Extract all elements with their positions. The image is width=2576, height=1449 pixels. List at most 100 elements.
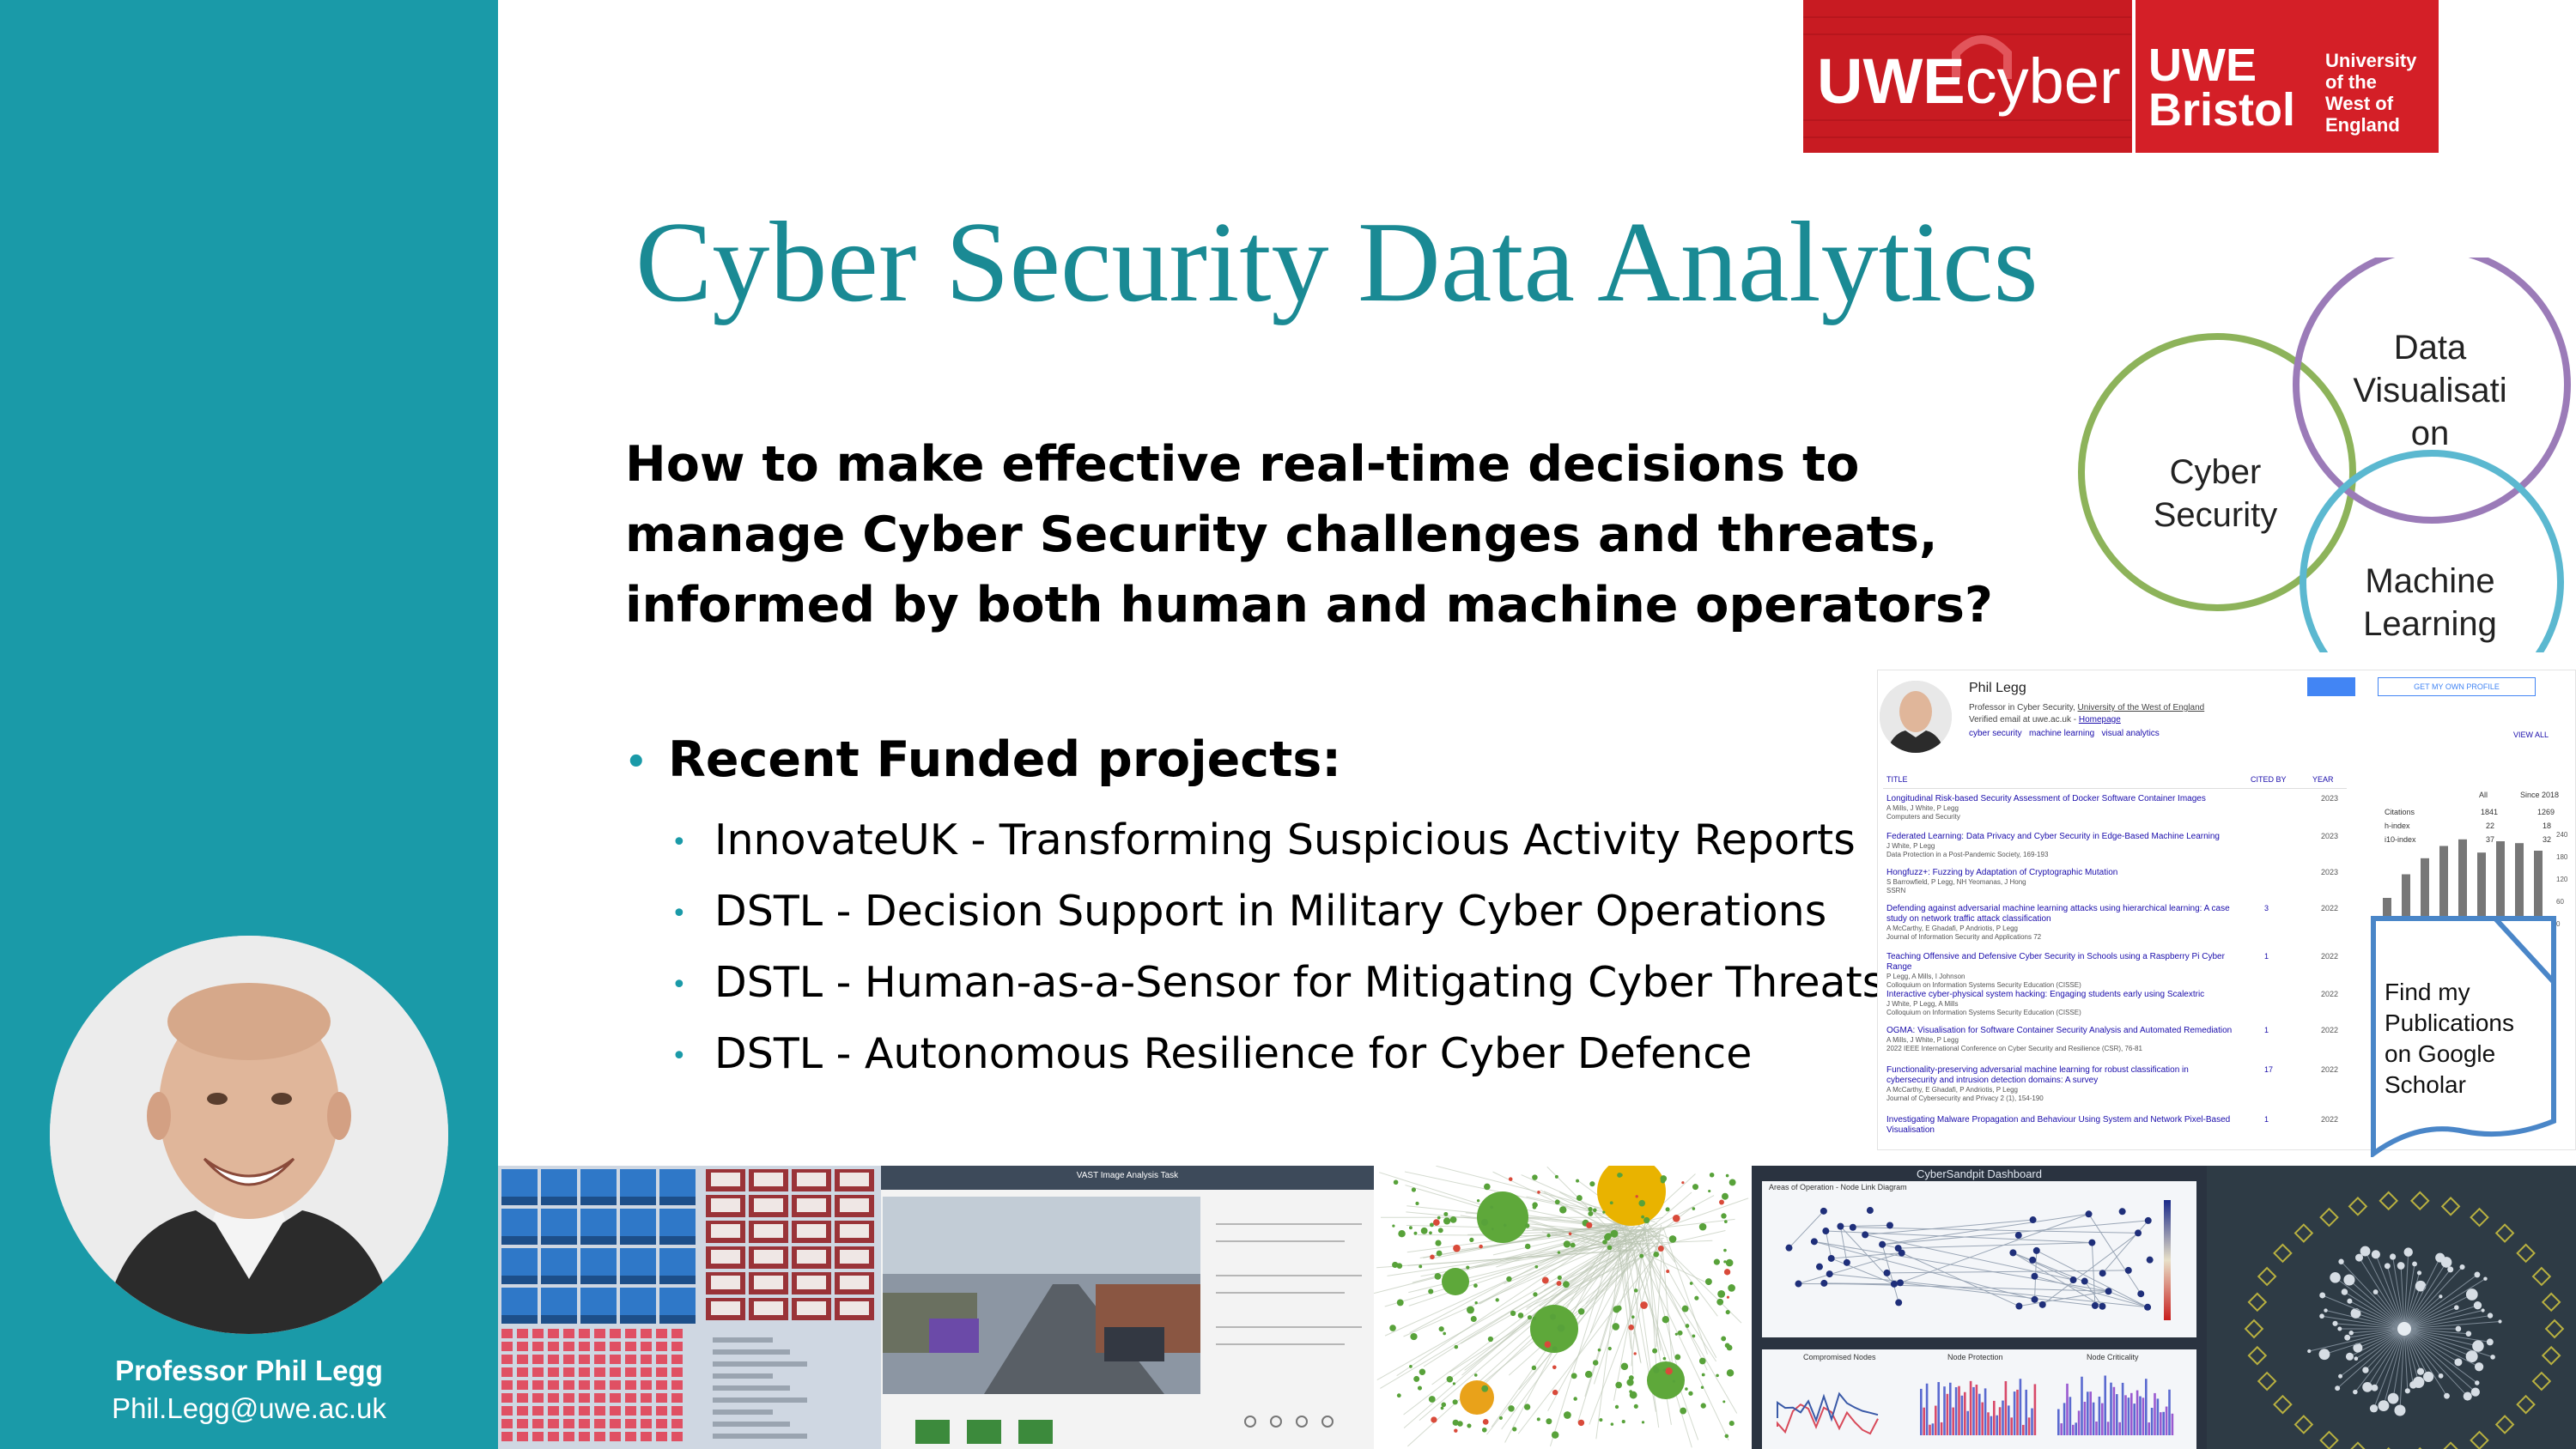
projects-heading-text: Recent Funded projects: <box>668 731 1342 788</box>
publication-title[interactable]: Investigating Malware Propagation and Be… <box>1886 1115 2239 1136</box>
publication-year: 2023 <box>2321 794 2339 803</box>
citation-bar <box>2458 839 2467 926</box>
dashboard-node <box>2029 1256 2037 1264</box>
scholar-publication[interactable]: Federated Learning: Data Privacy and Cyb… <box>1886 832 2342 859</box>
publication-venue: Journal of Cybersecurity and Privacy 2 (… <box>1886 1094 2044 1102</box>
scholar-publication[interactable]: Hongfuzz+: Fuzzing by Adaptation of Cryp… <box>1886 868 2342 895</box>
radial-leaf-marker <box>2257 1266 2277 1287</box>
publication-cited-by[interactable]: 3 <box>2264 904 2269 912</box>
scholar-tag[interactable]: visual analytics <box>2102 729 2160 738</box>
scholar-affiliation: Professor in Cyber Security, University … <box>1969 703 2204 712</box>
publication-title[interactable]: Defending against adversarial machine le… <box>1886 904 2239 925</box>
scholar-publication[interactable]: Teaching Offensive and Defensive Cyber S… <box>1886 952 2342 990</box>
venn-label-ml: Machine Learning <box>2344 560 2516 646</box>
publication-cited-by[interactable]: 1 <box>2264 1115 2269 1124</box>
dashboard-node <box>2099 1302 2106 1310</box>
dashboard-node <box>1898 1249 1905 1257</box>
scholar-publication[interactable]: Defending against adversarial machine le… <box>1886 904 2342 942</box>
malware-visualisation-image <box>498 1166 881 1449</box>
publication-title[interactable]: Teaching Offensive and Defensive Cyber S… <box>1886 952 2239 973</box>
scholar-col-title[interactable]: TITLE <box>1886 775 1908 784</box>
dashboard-node <box>2085 1210 2093 1218</box>
project-item: • DSTL - Autonomous Resilience for Cyber … <box>671 1029 1752 1078</box>
logo-divider <box>2132 0 2136 153</box>
publication-title[interactable]: Functionality-preserving adversarial mac… <box>1886 1065 2239 1086</box>
venn-vis-line: Data <box>2393 329 2467 367</box>
graph-node <box>1530 1305 1578 1353</box>
graph-node <box>1477 1191 1528 1243</box>
publication-year: 2023 <box>2321 868 2339 876</box>
logo-uwe-bold: UWE <box>1817 45 1965 117</box>
dashboard-node <box>2038 1300 2046 1308</box>
scholar-view-all-link[interactable]: VIEW ALL <box>2513 731 2549 739</box>
publication-year: 2022 <box>2321 1065 2339 1074</box>
scholar-homepage-link[interactable]: Homepage <box>2079 715 2121 724</box>
logo-uwe-bristol: UWE Bristol <box>2148 42 2296 136</box>
cybersandpit-dashboard-image: CyberSandpit Dashboard Areas of Operatio… <box>1752 1166 2207 1449</box>
venn-ml-line: Learning <box>2363 605 2497 643</box>
publication-venue: 2022 IEEE International Conference on Cy… <box>1886 1045 2142 1052</box>
citation-axis-tick: 120 <box>2556 876 2568 883</box>
venn-ml-line: Machine <box>2365 562 2495 600</box>
scholar-follow-button[interactable] <box>2307 677 2355 696</box>
projects-heading: • Recent Funded projects: <box>625 731 1341 788</box>
dashboard-node <box>2032 1246 2040 1254</box>
project-item-text: InnovateUK - Transforming Suspicious Act… <box>714 815 1856 864</box>
scholar-affiliation-link[interactable]: University of the West of England <box>2078 703 2205 712</box>
publication-title[interactable]: Federated Learning: Data Privacy and Cyb… <box>1886 832 2239 842</box>
publication-title[interactable]: OGMA: Visualisation for Software Contain… <box>1886 1026 2239 1036</box>
profile-email[interactable]: Phil.Legg@uwe.ac.uk <box>0 1392 498 1425</box>
scholar-tag[interactable]: cyber security <box>1969 729 2022 738</box>
scholar-callout-text[interactable]: Find my Publications on Google Scholar <box>2385 977 2556 1100</box>
radial-leaf-marker <box>2470 1207 2489 1228</box>
publication-cited-by[interactable]: 17 <box>2264 1065 2273 1074</box>
dashboard-node <box>2069 1276 2077 1284</box>
publication-title[interactable]: Hongfuzz+: Fuzzing by Adaptation of Cryp… <box>1886 868 2239 878</box>
dashboard-node <box>2081 1277 2088 1285</box>
graph-node <box>1442 1268 1469 1295</box>
dashboard-node <box>2091 1301 2099 1309</box>
radial-leaf-marker <box>2544 1319 2565 1339</box>
dashboard-node <box>1820 1279 1828 1287</box>
publication-cited-by[interactable]: 1 <box>2264 1026 2269 1034</box>
scholar-publication[interactable]: Functionality-preserving adversarial mac… <box>1886 1065 2342 1103</box>
profile-photo <box>50 936 448 1334</box>
stats-row: Citations 1841 1269 <box>2385 808 2565 820</box>
publication-title[interactable]: Longitudinal Risk-based Security Assessm… <box>1886 794 2239 804</box>
scholar-affiliation-prefix: Professor in Cyber Security, <box>1969 703 2075 712</box>
logo-bristol-line: Bristol <box>2148 84 2296 136</box>
dashboard-node <box>2105 1288 2112 1295</box>
scholar-publication[interactable]: Investigating Malware Propagation and Be… <box>1886 1115 2342 1136</box>
dashboard-node <box>2137 1290 2145 1298</box>
publication-cited-by[interactable]: 1 <box>2264 952 2269 961</box>
radial-leaf-marker <box>2409 1191 2430 1211</box>
citation-axis-tick: 240 <box>2556 831 2568 839</box>
scholar-col-year[interactable]: YEAR <box>2312 775 2334 784</box>
logo-university-text: University of the West of England <box>2325 50 2416 136</box>
publication-authors: A Mills, J White, P Legg <box>1886 1036 1959 1044</box>
dashboard-node <box>1897 1279 1905 1287</box>
radial-leaf-marker <box>2541 1345 2561 1366</box>
scholar-name: Phil Legg <box>1969 681 2026 695</box>
publication-authors: A McCarthy, E Ghadafi, P Andriotis, P Le… <box>1886 925 2018 932</box>
dashboard-node <box>1849 1223 1856 1231</box>
radial-leaf-marker <box>2348 1197 2368 1216</box>
scholar-tag[interactable]: machine learning <box>2029 729 2094 738</box>
scholar-col-cited[interactable]: CITED BY <box>2251 775 2287 784</box>
dashboard-node <box>2014 1232 2022 1240</box>
publication-venue: Computers and Security <box>1886 813 1960 821</box>
dashboard-node <box>1895 1299 1903 1307</box>
dashboard-node <box>1810 1238 1818 1246</box>
venn-cyber-line: Security <box>2153 496 2278 534</box>
scholar-publication[interactable]: OGMA: Visualisation for Software Contain… <box>1886 1026 2342 1053</box>
publication-authors: J White, P Legg, A Mills <box>1886 1000 1959 1008</box>
scholar-publication[interactable]: Interactive cyber-physical system hackin… <box>1886 990 2342 1017</box>
scholar-publication[interactable]: Longitudinal Risk-based Security Assessm… <box>1886 794 2342 822</box>
bullet-icon: • <box>671 899 687 929</box>
dashboard-node <box>1815 1263 1823 1270</box>
radial-leaf-marker <box>2531 1266 2552 1287</box>
scholar-avatar <box>1880 681 1952 753</box>
image-analysis-task-image: VAST Image Analysis Task <box>881 1166 1374 1449</box>
scholar-get-profile-button[interactable]: GET MY OWN PROFILE <box>2378 677 2536 696</box>
publication-title[interactable]: Interactive cyber-physical system hackin… <box>1886 990 2239 1000</box>
